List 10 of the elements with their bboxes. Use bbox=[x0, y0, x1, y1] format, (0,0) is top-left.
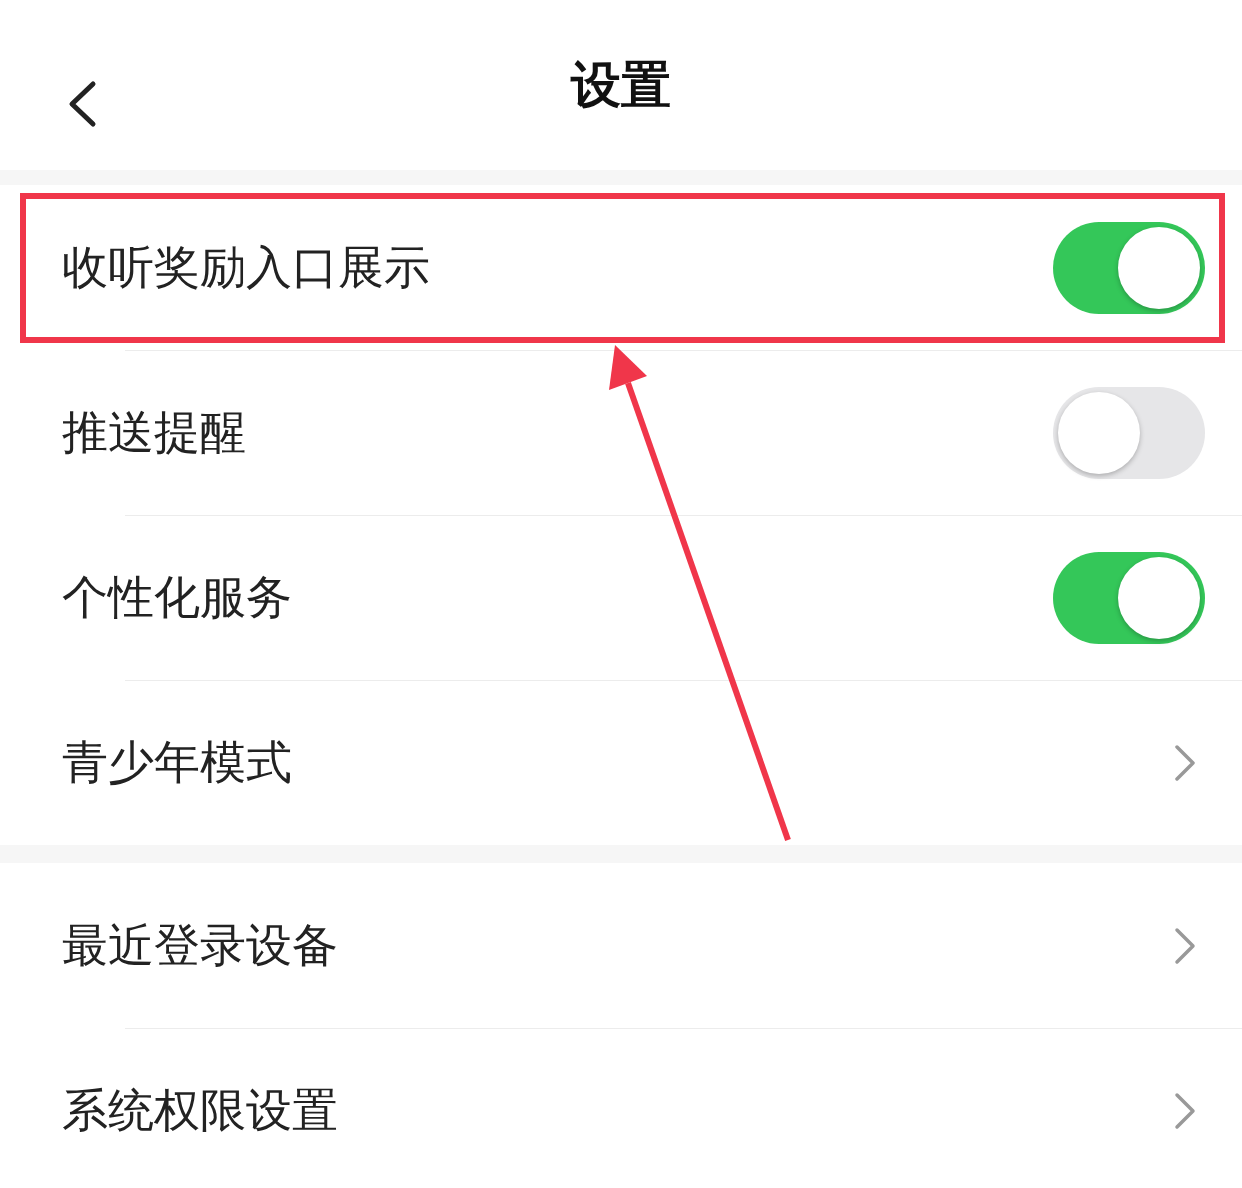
setting-label: 青少年模式 bbox=[62, 733, 293, 791]
chevron-right-icon[interactable] bbox=[1173, 1090, 1197, 1131]
setting-label: 推送提醒 bbox=[62, 403, 247, 461]
chevron-right-icon[interactable] bbox=[1173, 925, 1197, 966]
setting-label: 个性化服务 bbox=[62, 568, 293, 626]
setting-label: 最近登录设备 bbox=[62, 916, 339, 974]
setting-label: 系统权限设置 bbox=[62, 1081, 339, 1139]
setting-label: 收听奖励入口展示 bbox=[62, 238, 431, 296]
page-title: 设置 bbox=[571, 54, 671, 116]
chevron-right-icon[interactable] bbox=[1173, 742, 1197, 783]
